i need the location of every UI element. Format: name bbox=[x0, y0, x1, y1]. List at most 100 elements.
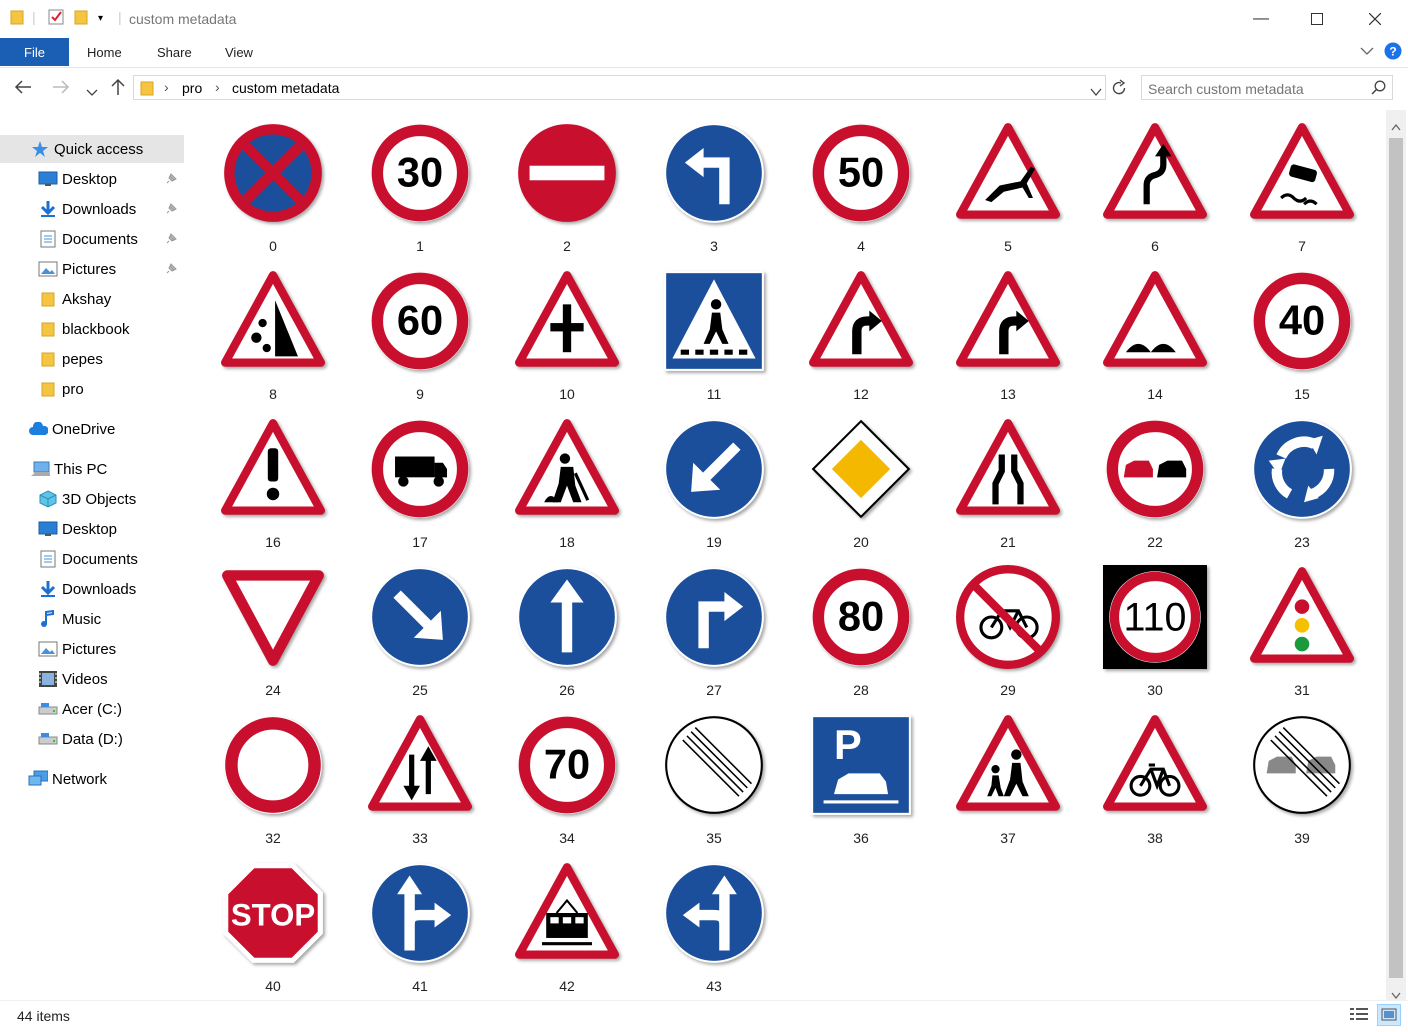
file-item[interactable]: 17 bbox=[360, 414, 480, 562]
help-icon[interactable]: ? bbox=[1384, 42, 1402, 65]
file-item[interactable]: 30 1 bbox=[360, 118, 480, 266]
scrollbar-thumb[interactable] bbox=[1389, 138, 1403, 978]
file-item[interactable]: 60 9 bbox=[360, 266, 480, 414]
scroll-up-icon[interactable] bbox=[1391, 118, 1401, 136]
sidebar-item-acer-c-[interactable]: Acer (C:) bbox=[0, 695, 184, 723]
details-view-icon[interactable] bbox=[1350, 1007, 1368, 1028]
file-item[interactable]: 26 bbox=[507, 562, 627, 710]
expand-ribbon-icon[interactable] bbox=[1360, 44, 1374, 59]
sidebar-item-3d-objects[interactable]: 3D Objects bbox=[0, 485, 184, 513]
file-item[interactable]: 25 bbox=[360, 562, 480, 710]
file-item[interactable]: 5 bbox=[948, 118, 1068, 266]
tab-home[interactable]: Home bbox=[87, 45, 122, 60]
file-item[interactable]: 29 bbox=[948, 562, 1068, 710]
close-button[interactable] bbox=[1352, 0, 1398, 38]
file-item[interactable]: STOP 40 bbox=[213, 858, 333, 1006]
vertical-scrollbar[interactable] bbox=[1386, 110, 1406, 1000]
sidebar-item-downloads[interactable]: Downloads bbox=[0, 195, 184, 223]
search-box[interactable] bbox=[1141, 75, 1393, 100]
file-item[interactable]: 41 bbox=[360, 858, 480, 1006]
sidebar-item-onedrive[interactable]: OneDrive bbox=[0, 415, 184, 443]
no-stopping-sign-thumbnail bbox=[218, 118, 328, 228]
file-item[interactable]: 27 bbox=[654, 562, 774, 710]
folder-icon bbox=[10, 9, 24, 28]
file-item[interactable]: 7 bbox=[1242, 118, 1362, 266]
file-item[interactable]: 24 bbox=[213, 562, 333, 710]
search-icon[interactable] bbox=[1371, 80, 1386, 100]
file-item[interactable]: 42 bbox=[507, 858, 627, 1006]
file-item[interactable]: 43 bbox=[654, 858, 774, 1006]
sidebar-item-data-d-[interactable]: Data (D:) bbox=[0, 725, 184, 753]
file-item[interactable]: 33 bbox=[360, 710, 480, 858]
computer-icon bbox=[30, 459, 50, 479]
file-item[interactable]: 39 bbox=[1242, 710, 1362, 858]
file-item[interactable]: 38 bbox=[1095, 710, 1215, 858]
file-name: 32 bbox=[265, 830, 281, 846]
sidebar-item-downloads[interactable]: Downloads bbox=[0, 575, 184, 603]
file-item[interactable]: 12 bbox=[801, 266, 921, 414]
tab-view[interactable]: View bbox=[225, 45, 253, 60]
file-item[interactable]: 110 30 bbox=[1095, 562, 1215, 710]
file-item[interactable]: 40 15 bbox=[1242, 266, 1362, 414]
file-item[interactable]: 35 bbox=[654, 710, 774, 858]
sidebar-item-quick-access[interactable]: Quick access bbox=[0, 135, 184, 163]
forward-icon[interactable] bbox=[52, 78, 70, 101]
file-item[interactable]: 2 bbox=[507, 118, 627, 266]
file-item[interactable]: 32 bbox=[213, 710, 333, 858]
sidebar-item-pepes[interactable]: pepes bbox=[0, 345, 184, 373]
file-item[interactable]: P 36 bbox=[801, 710, 921, 858]
file-tab[interactable]: File bbox=[0, 38, 69, 66]
file-item[interactable]: 3 bbox=[654, 118, 774, 266]
sidebar-item-documents[interactable]: Documents bbox=[0, 225, 184, 253]
file-item[interactable]: 37 bbox=[948, 710, 1068, 858]
tab-share[interactable]: Share bbox=[157, 45, 192, 60]
file-name: 19 bbox=[706, 534, 722, 550]
sidebar-item-pictures[interactable]: Pictures bbox=[0, 255, 184, 283]
file-item[interactable]: 50 4 bbox=[801, 118, 921, 266]
file-item[interactable]: 8 bbox=[213, 266, 333, 414]
back-icon[interactable] bbox=[14, 78, 32, 101]
file-item[interactable]: 70 34 bbox=[507, 710, 627, 858]
sidebar-item-network[interactable]: Network bbox=[0, 765, 184, 793]
file-item[interactable]: 21 bbox=[948, 414, 1068, 562]
sidebar-item-pictures[interactable]: Pictures bbox=[0, 635, 184, 663]
recent-locations-icon[interactable] bbox=[86, 82, 98, 103]
file-item[interactable]: 14 bbox=[1095, 266, 1215, 414]
up-icon[interactable] bbox=[109, 78, 127, 101]
refresh-icon[interactable] bbox=[1110, 79, 1128, 102]
file-name: 31 bbox=[1294, 682, 1310, 698]
new-folder-icon[interactable] bbox=[74, 9, 88, 28]
sidebar-item-documents[interactable]: Documents bbox=[0, 545, 184, 573]
address-bar[interactable]: › pro › custom metadata bbox=[133, 75, 1106, 100]
sidebar-item-akshay[interactable]: Akshay bbox=[0, 285, 184, 313]
file-item[interactable]: 11 bbox=[654, 266, 774, 414]
file-item[interactable]: 20 bbox=[801, 414, 921, 562]
file-item[interactable]: 80 28 bbox=[801, 562, 921, 710]
file-item[interactable]: 6 bbox=[1095, 118, 1215, 266]
file-item[interactable]: 13 bbox=[948, 266, 1068, 414]
breadcrumb-custom-metadata[interactable]: custom metadata bbox=[232, 80, 339, 96]
customize-quick-access-icon[interactable]: ▾ bbox=[98, 13, 103, 24]
sidebar-item-videos[interactable]: Videos bbox=[0, 665, 184, 693]
minimize-button[interactable]: — bbox=[1238, 0, 1284, 38]
sidebar-item-desktop[interactable]: Desktop bbox=[0, 165, 184, 193]
file-item[interactable]: 23 bbox=[1242, 414, 1362, 562]
maximize-button[interactable] bbox=[1294, 0, 1340, 38]
file-item[interactable]: 0 bbox=[213, 118, 333, 266]
file-item[interactable]: 22 bbox=[1095, 414, 1215, 562]
sidebar-item-this-pc[interactable]: This PC bbox=[0, 455, 184, 483]
file-item[interactable]: 31 bbox=[1242, 562, 1362, 710]
file-item[interactable]: 18 bbox=[507, 414, 627, 562]
address-dropdown-icon[interactable] bbox=[1090, 84, 1102, 102]
sidebar-item-music[interactable]: Music bbox=[0, 605, 184, 633]
sidebar-item-desktop[interactable]: Desktop bbox=[0, 515, 184, 543]
sidebar-item-pro[interactable]: pro bbox=[0, 375, 184, 403]
breadcrumb-pro[interactable]: pro bbox=[182, 80, 202, 96]
file-item[interactable]: 19 bbox=[654, 414, 774, 562]
properties-icon[interactable] bbox=[48, 9, 64, 28]
file-item[interactable]: 10 bbox=[507, 266, 627, 414]
large-icons-view-button[interactable] bbox=[1377, 1004, 1401, 1026]
search-input[interactable] bbox=[1146, 78, 1370, 99]
sidebar-item-blackbook[interactable]: blackbook bbox=[0, 315, 184, 343]
file-item[interactable]: 16 bbox=[213, 414, 333, 562]
